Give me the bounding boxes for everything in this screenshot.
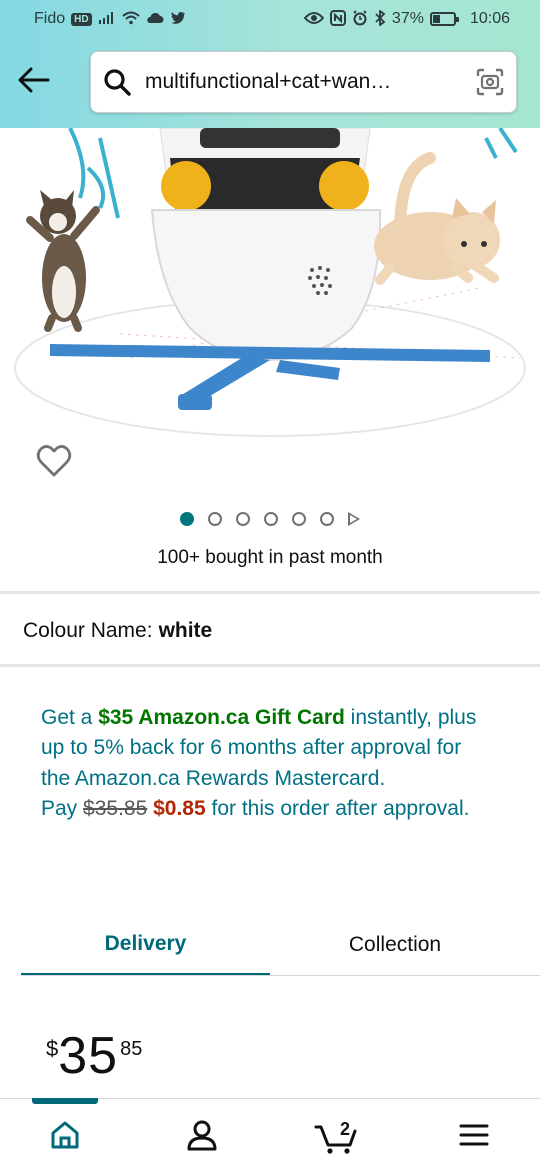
search-icon xyxy=(103,68,137,96)
app-header: Fido HD 37% 10:06 multifunctional+cat+wa… xyxy=(0,0,540,128)
clock: 10:06 xyxy=(469,10,510,27)
fulfilment-tabs: Delivery Collection xyxy=(21,914,540,976)
signal-icon xyxy=(98,11,116,28)
wifi-icon xyxy=(121,11,140,28)
carousel-dot[interactable] xyxy=(264,512,278,526)
product-price: $ 35 85 xyxy=(46,1030,142,1082)
arrow-left-icon xyxy=(18,67,50,98)
cat-left-illustration xyxy=(26,190,100,332)
bluetooth-icon xyxy=(374,8,386,29)
product-image[interactable] xyxy=(0,128,540,440)
search-input[interactable]: multifunctional+cat+wan… xyxy=(145,70,470,94)
cart-count: 2 xyxy=(340,1119,351,1139)
colour-value: white xyxy=(158,619,213,642)
tab-delivery[interactable]: Delivery xyxy=(21,914,270,976)
home-icon xyxy=(50,1121,80,1154)
nfc-icon xyxy=(329,9,346,29)
wishlist-button[interactable] xyxy=(36,444,72,478)
carousel-dot[interactable] xyxy=(208,512,222,526)
carousel-dot[interactable] xyxy=(180,512,194,526)
nav-menu[interactable] xyxy=(444,1112,504,1162)
back-button[interactable] xyxy=(14,62,54,102)
divider xyxy=(0,664,540,667)
product-image-illustration xyxy=(14,128,526,437)
cart-icon: 2 xyxy=(314,1119,358,1155)
tabs-divider xyxy=(21,975,540,976)
bought-in-past-month: 100+ bought in past month xyxy=(157,547,383,568)
battery-level xyxy=(432,15,440,23)
carousel-dot[interactable] xyxy=(292,512,306,526)
nav-account[interactable] xyxy=(172,1112,232,1162)
price-fraction: 85 xyxy=(120,1038,143,1060)
eye-icon xyxy=(303,11,325,28)
colour-name: Colour Name: white xyxy=(23,619,212,643)
heart-outline-icon xyxy=(36,445,72,482)
alarm-icon xyxy=(352,9,368,29)
rewards-promo[interactable]: Get a $35 Amazon.ca Gift Card instantly,… xyxy=(41,703,486,825)
status-bar: Fido HD 37% 10:06 xyxy=(0,0,540,38)
twitter-icon xyxy=(170,11,186,27)
active-tab-indicator xyxy=(32,1098,98,1104)
promo-pay: Pay xyxy=(41,797,84,821)
hd-badge: HD xyxy=(71,12,92,26)
cloud-icon xyxy=(146,12,164,27)
colour-label: Colour Name: xyxy=(23,619,153,642)
play-icon[interactable] xyxy=(348,512,360,526)
search-bar[interactable]: multifunctional+cat+wan… xyxy=(90,51,517,113)
price-whole: 35 xyxy=(58,1027,119,1085)
promo-gift-card: $35 Amazon.ca Gift Card xyxy=(98,706,345,729)
battery-percent: 37% xyxy=(391,10,424,27)
carousel-dot[interactable] xyxy=(320,512,334,526)
carousel-dot[interactable] xyxy=(236,512,250,526)
promo-after: for this order after approval. xyxy=(205,797,470,821)
tab-collection[interactable]: Collection xyxy=(270,914,520,976)
account-icon xyxy=(187,1119,217,1156)
battery-icon xyxy=(429,12,459,26)
nav-cart[interactable]: 2 xyxy=(306,1112,366,1162)
promo-new-price: $0.85 xyxy=(153,797,206,821)
price-symbol: $ xyxy=(46,1036,59,1061)
promo-old-price: $35.85 xyxy=(83,797,148,821)
nav-home[interactable] xyxy=(35,1112,95,1162)
carrier-name: Fido xyxy=(34,10,66,27)
promo-get-a: Get a xyxy=(41,706,99,729)
camera-scan-icon[interactable] xyxy=(470,68,504,96)
cat-right-illustration xyxy=(374,152,500,285)
image-carousel-indicators[interactable] xyxy=(0,512,540,526)
divider xyxy=(0,591,540,594)
menu-icon xyxy=(459,1124,489,1151)
